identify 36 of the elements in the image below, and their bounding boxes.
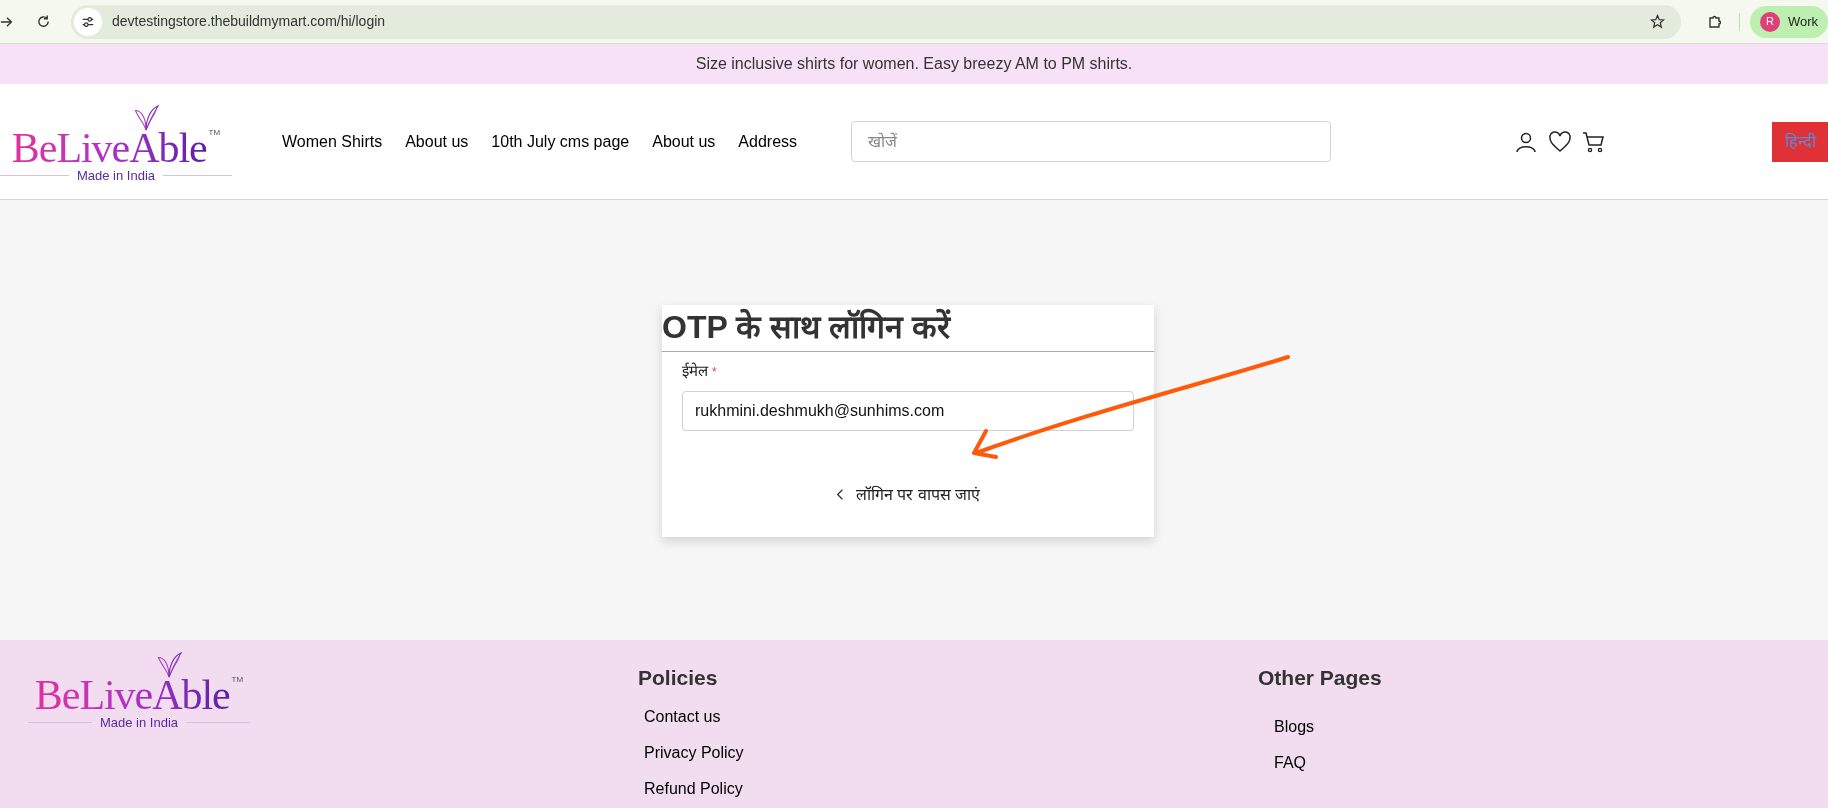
profile-avatar: R <box>1759 11 1780 32</box>
logo-tagline: Made in India <box>76 169 156 182</box>
heart-icon[interactable] <box>1548 129 1573 154</box>
nav-link[interactable]: Women Shirts <box>282 129 383 154</box>
cart-icon[interactable] <box>1582 129 1607 154</box>
nav-link[interactable]: About us <box>405 129 469 154</box>
extensions-icon[interactable] <box>1706 13 1723 30</box>
nav-link[interactable]: 10th July cms page <box>491 129 630 154</box>
email-label: ईमेल <box>682 361 708 381</box>
back-to-login-link[interactable]: लॉगिन पर वापस जाएं <box>835 482 981 507</box>
footer-heading: Policies <box>638 665 719 691</box>
profile-label: Work <box>1787 12 1818 31</box>
reload-icon[interactable] <box>35 14 51 29</box>
required-mark: * <box>712 364 717 381</box>
trademark-mark: TM <box>208 127 221 139</box>
forward-icon[interactable] <box>0 14 14 29</box>
site-settings-icon[interactable] <box>73 7 102 36</box>
profile-button[interactable]: R Work <box>1749 5 1828 38</box>
footer-link[interactable]: Refund Policy <box>644 779 1258 798</box>
footer-link[interactable]: Blogs <box>1274 717 1382 736</box>
chevron-left-icon <box>835 488 844 501</box>
search-field[interactable]: खोजें <box>851 121 1332 162</box>
nav-link[interactable]: About us <box>652 129 716 154</box>
announcement-text: Size inclusive shirts for women. Easy breezy AM to PM shirts. <box>695 54 1133 74</box>
url-text: devtestingstore.thebuildmymart.com/hi/login <box>111 12 386 31</box>
login-title: OTP के साथ लॉगिन करें <box>662 305 1154 352</box>
footer-link[interactable]: Privacy Policy <box>644 743 1258 762</box>
footer-link[interactable]: FAQ <box>1274 753 1382 772</box>
email-field[interactable]: rukhmini.deshmukh@sunhims.com <box>682 390 1134 431</box>
footer-heading: Other Pages <box>1258 665 1382 691</box>
star-icon[interactable] <box>1649 14 1665 29</box>
address-bar[interactable]: devtestingstore.thebuildmymart.com/hi/login <box>70 4 1681 39</box>
footer-link[interactable]: Contact us <box>644 707 1258 726</box>
nav-link[interactable]: Address <box>738 129 798 154</box>
logo-tagline: Made in India <box>99 716 179 729</box>
trademark-mark: TM <box>231 674 244 686</box>
